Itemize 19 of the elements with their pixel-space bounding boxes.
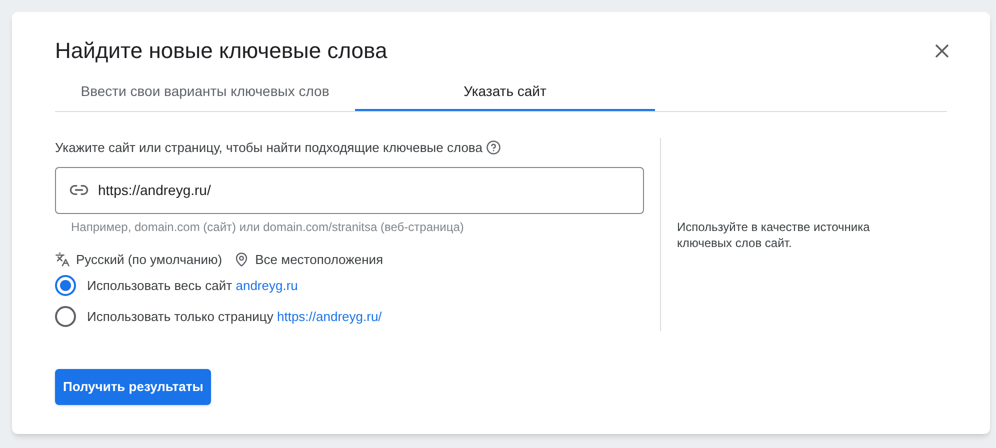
field-hint: Например, domain.com (сайт) или domain.com/stranitsa (веб-страница) (71, 218, 465, 236)
submit-button[interactable]: Получить результаты (55, 369, 212, 405)
url-field[interactable]: https://andreyg.ru/ (55, 166, 644, 214)
radio-button[interactable] (55, 275, 76, 296)
location-pin-icon (234, 252, 250, 267)
radio-label: Использовать весь сайт andreyg.ru (87, 276, 298, 295)
field-label: Укажите сайт или страницу, чтобы найти подходящие ключевые слова (55, 139, 482, 157)
tab[interactable]: Ввести свои варианты ключевых слов (55, 73, 355, 111)
radio-label: Использовать только страницу https://andreyg.ru/ (87, 308, 382, 326)
help-icon[interactable] (486, 140, 502, 156)
translate-icon (55, 252, 70, 267)
language-setting[interactable]: Русский (по умолчанию) (76, 250, 222, 269)
tab[interactable]: Указать сайт (355, 73, 655, 111)
site-link[interactable]: https://andreyg.ru/ (277, 308, 382, 324)
side-note: Используйте в качестве источника ключевых слов сайт. (677, 218, 871, 250)
location-setting[interactable]: Все местоположения (255, 250, 384, 269)
site-link[interactable]: andreyg.ru (236, 278, 298, 293)
dialog-title: Найдите новые ключевые слова (55, 37, 388, 65)
radio-button[interactable] (55, 306, 76, 327)
